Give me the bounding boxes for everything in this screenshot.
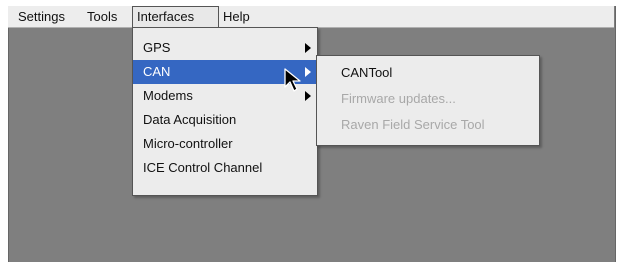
menu-item-data-acquisition[interactable]: Data Acquisition (133, 108, 317, 132)
menu-item-label: ICE Control Channel (143, 160, 263, 175)
menu-item-label: Firmware updates... (341, 91, 456, 106)
menu-item-label: GPS (143, 40, 171, 55)
menu-item-label: Data Acquisition (143, 112, 237, 127)
menu-help[interactable]: Help (219, 6, 254, 28)
menu-item-gps[interactable]: GPS (133, 36, 317, 60)
can-submenu: CANTool Firmware updates... Raven Field … (316, 55, 540, 146)
menu-item-ice-control-channel[interactable]: ICE Control Channel (133, 156, 317, 180)
menu-interfaces[interactable]: Interfaces (132, 6, 219, 28)
menu-item-label: CAN (143, 64, 171, 79)
menu-item-label: Micro-controller (143, 136, 233, 151)
menu-item-firmware-updates: Firmware updates... (317, 87, 539, 111)
menu-settings[interactable]: Settings (14, 6, 69, 28)
menu-tools[interactable]: Tools (83, 6, 121, 28)
menu-item-label: Modems (143, 88, 193, 103)
interfaces-dropdown: GPS CAN Modems Data Acquisition Micro-co… (132, 27, 318, 196)
arrow-right-icon (305, 43, 311, 53)
menu-item-label: CANTool (341, 65, 393, 80)
menu-item-label: Raven Field Service Tool (341, 117, 485, 132)
menu-item-micro-controller[interactable]: Micro-controller (133, 132, 317, 156)
menu-item-cantool[interactable]: CANTool (317, 61, 539, 85)
mouse-pointer-icon (284, 68, 301, 92)
menu-bar: Settings Tools Interfaces Help (8, 6, 614, 28)
menu-item-raven-field-service-tool: Raven Field Service Tool (317, 113, 539, 137)
